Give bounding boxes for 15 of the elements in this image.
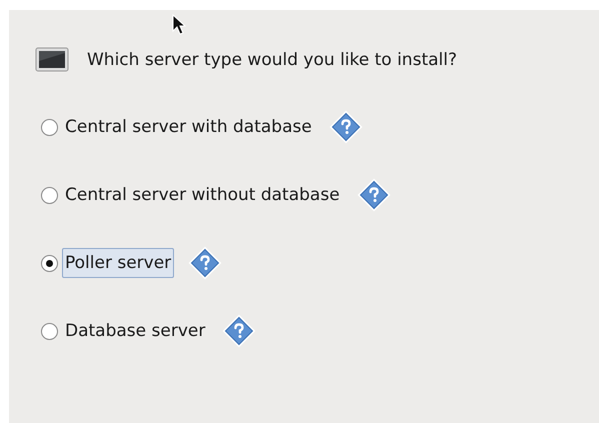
radio-button[interactable] [41, 254, 58, 272]
help-icon[interactable] [328, 110, 363, 144]
option-label[interactable]: Database server [62, 316, 208, 346]
radio-button[interactable] [41, 322, 58, 340]
mouse-pointer-icon [172, 14, 186, 36]
option-label[interactable]: Poller server [62, 248, 174, 278]
radio-button[interactable] [41, 186, 58, 204]
help-icon[interactable] [222, 314, 256, 348]
help-icon[interactable] [188, 246, 222, 280]
monitor-icon [35, 47, 69, 73]
radio-button[interactable] [41, 118, 58, 136]
question-text: Which server type would you like to install? [87, 50, 457, 70]
help-icon[interactable] [356, 178, 391, 212]
option-label[interactable]: Central server with database [62, 112, 315, 142]
option-label[interactable]: Central server without database [62, 180, 343, 210]
